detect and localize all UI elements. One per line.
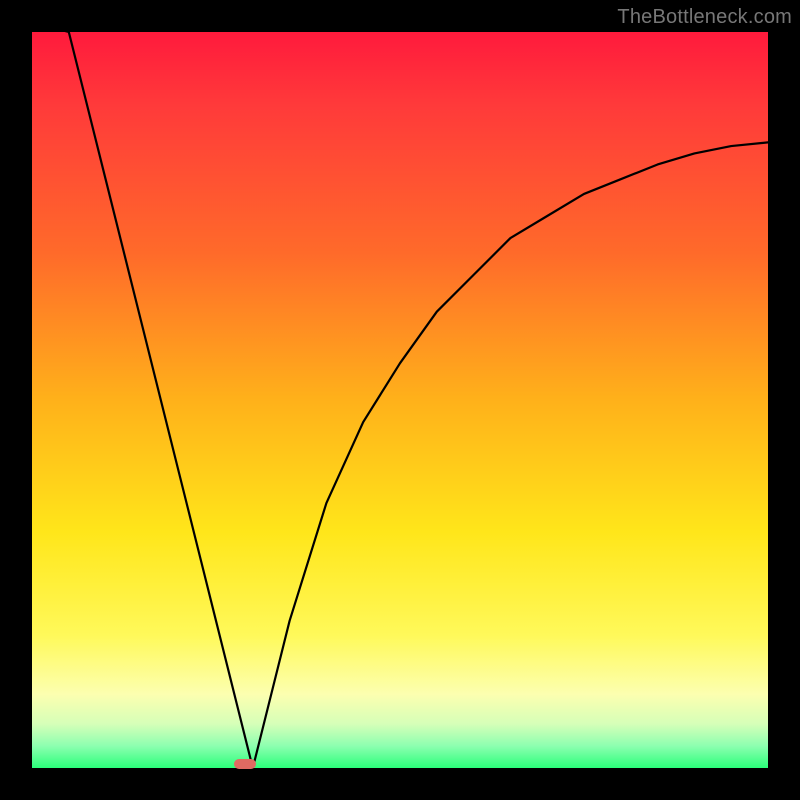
bottleneck-curve <box>32 32 768 768</box>
chart-container: TheBottleneck.com <box>0 0 800 800</box>
plot-area <box>32 32 768 768</box>
watermark-text: TheBottleneck.com <box>617 6 792 29</box>
optimal-marker <box>234 759 256 769</box>
